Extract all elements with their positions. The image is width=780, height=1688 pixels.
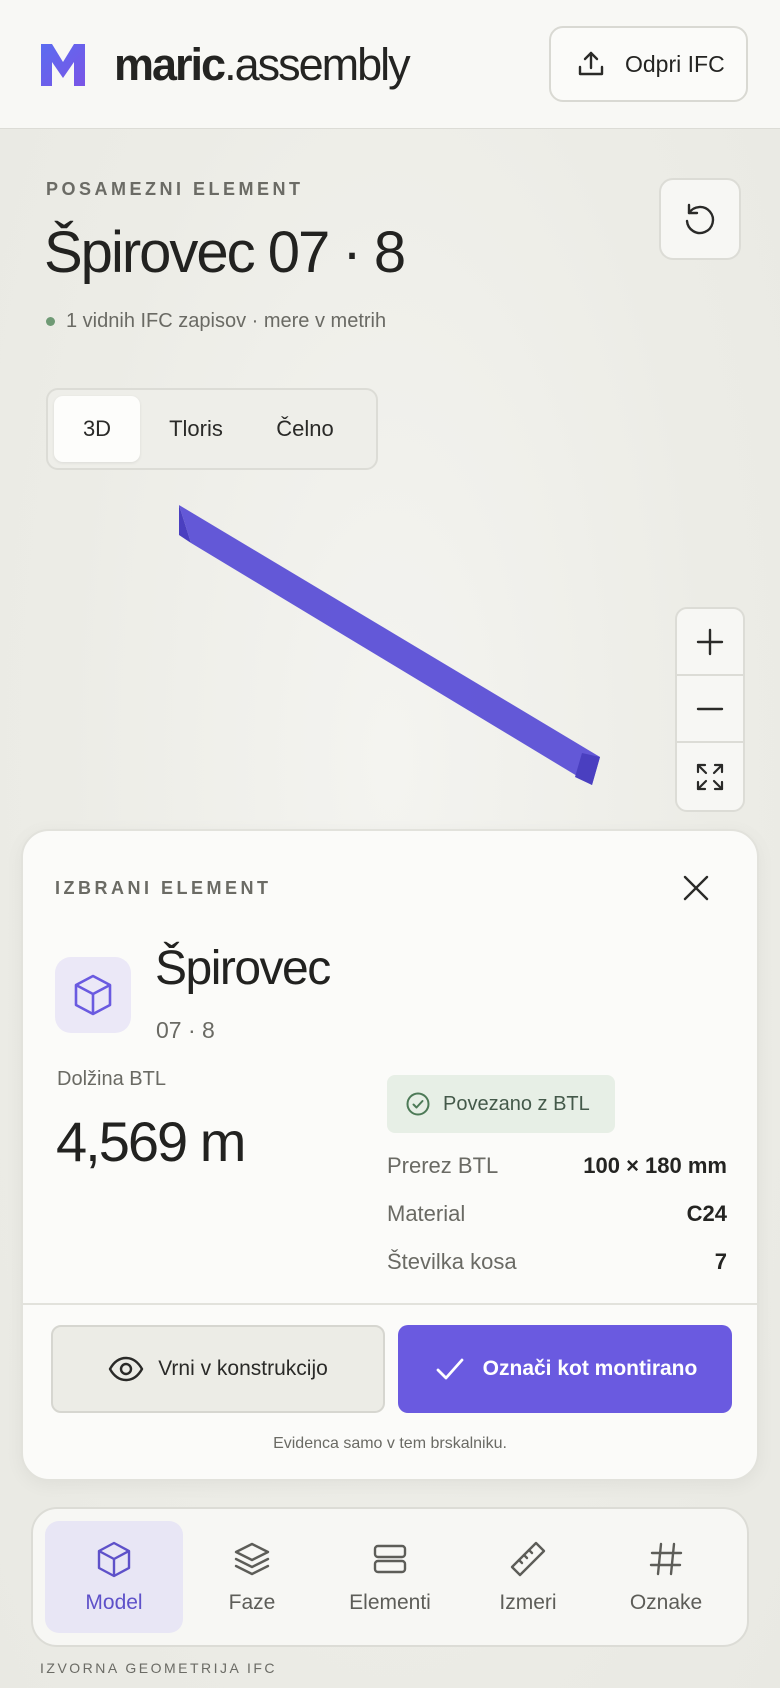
status-dot [46,317,55,326]
plus-icon [696,628,724,655]
brand-bold: maric [114,39,226,90]
expand-icon [696,763,724,790]
nav-label: Oznake [629,1591,703,1614]
zoom-in-button[interactable] [677,609,743,676]
tab-3d[interactable]: 3D [54,396,140,462]
nav-item-faze[interactable]: Faze [183,1521,321,1633]
ruler-icon [510,1541,546,1577]
linked-badge: Povezano z BTL [387,1075,615,1133]
spec-value: 7 [714,1249,727,1274]
section-eyebrow: POSAMEZNI ELEMENT [46,179,304,199]
check-icon [436,1358,464,1380]
nav-item-model[interactable]: Model [45,1521,183,1633]
upload-icon [578,51,604,76]
open-ifc-label: Odpri IFC [625,50,725,77]
nav-label: Faze [228,1591,276,1614]
reset-icon [685,203,715,235]
length-value: 4,569 m [56,1110,246,1173]
element-type-badge [55,957,131,1033]
cube-icon [97,1541,131,1578]
nav-item-izmeri[interactable]: Izmeri [459,1521,597,1633]
nav-label: Model [85,1591,143,1614]
reset-view-button[interactable] [659,178,741,260]
app-header: maric.assembly Odpri IFC [0,0,780,129]
close-icon [683,875,709,901]
spec-key: Prerez BTL [387,1153,499,1178]
return-button-label: Vrni v konstrukcijo [158,1357,328,1380]
close-panel-button[interactable] [673,865,719,911]
minus-icon [696,707,724,710]
brand-name: maric.assembly [114,39,411,90]
fit-view-button[interactable] [677,743,743,810]
element-panel: IZBRANI ELEMENT Špirovec 07 · 8 Dolžina … [21,829,759,1481]
rows-icon [373,1544,407,1574]
panel-divider [23,1303,757,1305]
mark-mounted-button[interactable]: Označi kot montirano [398,1325,732,1413]
brand-rest: .assembly [224,39,411,90]
nav-item-elementi[interactable]: Elementi [321,1521,459,1633]
beam-model[interactable] [179,505,600,785]
zoom-controls [675,607,745,812]
3d-viewport[interactable] [150,495,610,795]
status-line: 1 vidnih IFC zapisov · mere v metrih [46,310,386,333]
nav-label: Elementi [349,1591,431,1614]
tab-tloris[interactable]: Tloris [140,396,252,462]
spec-key: Številka kosa [387,1249,517,1274]
page-title: Špirovec 07 · 8 [44,220,406,285]
length-label: Dolžina BTL [57,1068,166,1090]
return-to-construction-button[interactable]: Vrni v konstrukcijo [51,1325,385,1413]
open-ifc-button[interactable]: Odpri IFC [549,26,748,102]
cube-icon [74,974,112,1016]
eye-icon [108,1356,144,1382]
element-name: Špirovec [155,942,331,995]
spec-row-stevilka: Številka kosa 7 [387,1249,727,1275]
hash-icon [649,1542,683,1576]
status-text: 1 vidnih IFC zapisov · mere v metrih [66,310,387,332]
linked-badge-label: Povezano z BTL [443,1092,590,1115]
tab-celno[interactable]: Čelno [252,396,358,462]
check-circle-icon [406,1092,430,1116]
mount-button-label: Označi kot montirano [482,1357,698,1380]
geometry-source-note: IZVORNA GEOMETRIJA IFC [40,1660,278,1676]
layers-icon [234,1542,270,1576]
spec-value: 100 × 180 mm [583,1153,727,1178]
nav-item-oznake[interactable]: Oznake [597,1521,735,1633]
bottom-nav: Model Faze Elementi Izmeri Oznake [31,1507,749,1647]
nav-label: Izmeri [499,1591,557,1614]
spec-key: Material [387,1201,466,1226]
spec-row-material: Material C24 [387,1201,727,1227]
zoom-out-button[interactable] [677,676,743,743]
logo-icon [41,44,85,86]
panel-note: Evidenca samo v tem brskalniku. [273,1435,507,1452]
view-tabs: 3D Tloris Čelno [46,388,378,470]
spec-value: C24 [686,1201,727,1226]
spec-row-prerez: Prerez BTL 100 × 180 mm [387,1153,727,1179]
panel-eyebrow: IZBRANI ELEMENT [55,878,272,898]
element-code: 07 · 8 [156,1017,215,1043]
